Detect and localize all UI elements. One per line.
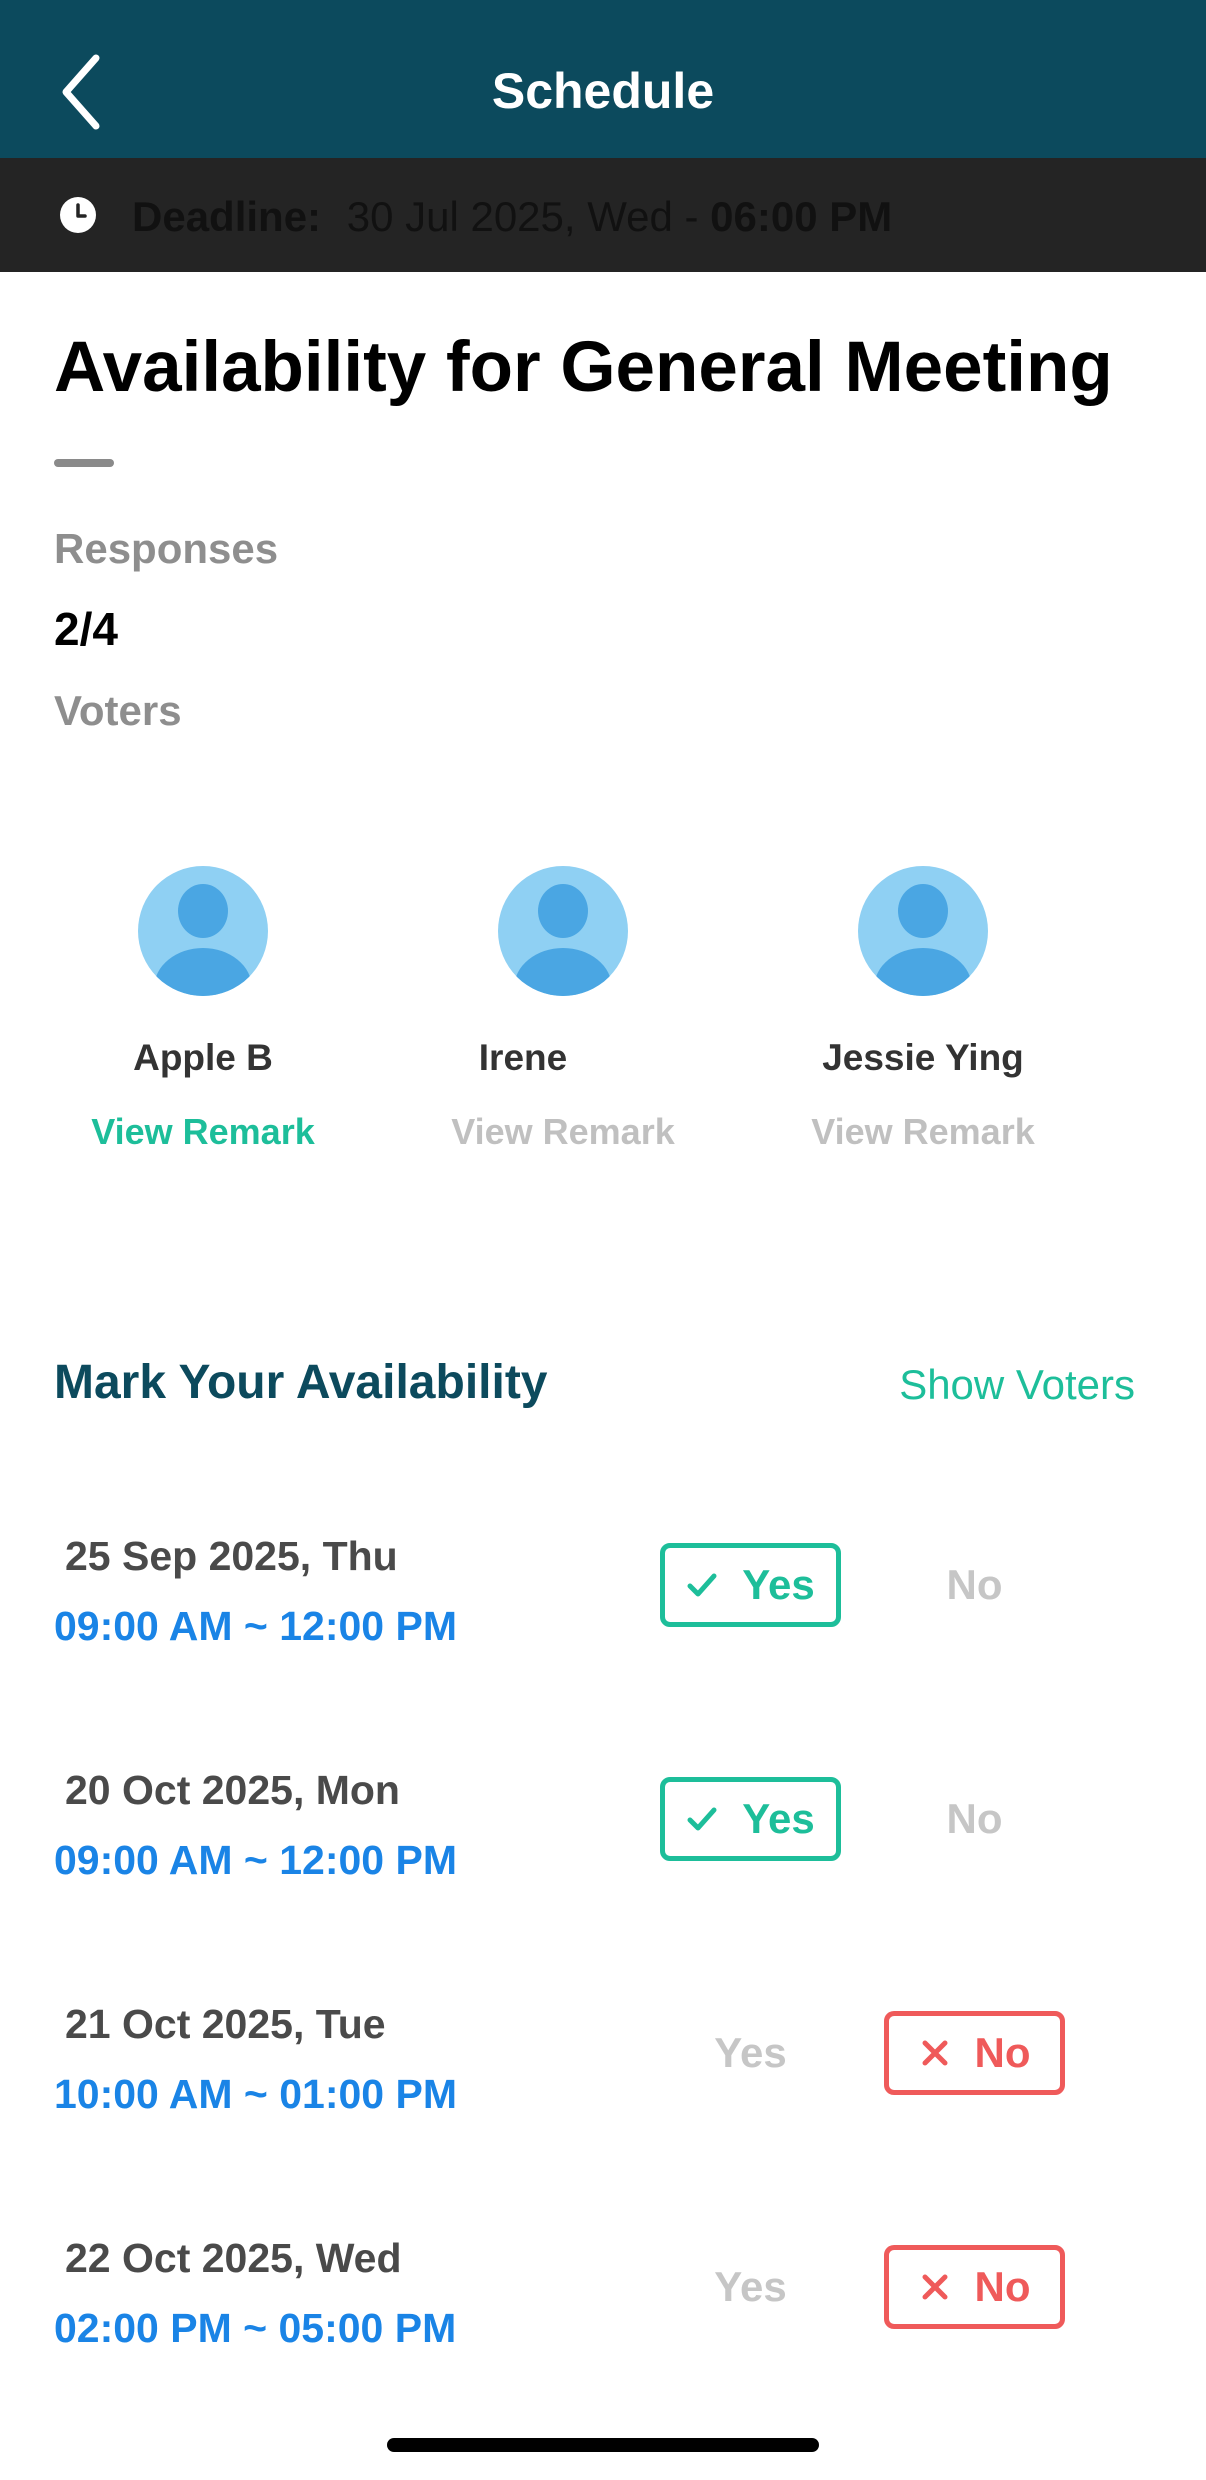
section-title: Mark Your Availability xyxy=(54,1356,548,1409)
x-icon xyxy=(922,2040,947,2066)
slot-time: 02:00 PM ~ 05:00 PM xyxy=(54,2305,457,2351)
yes-label: Yes xyxy=(742,1561,815,1608)
voter-card: Apple B View Remark xyxy=(53,866,353,1154)
yes-button[interactable]: Yes xyxy=(660,2011,841,2095)
title-divider xyxy=(54,459,114,467)
no-label: No xyxy=(974,2029,1031,2076)
responses-count: 2/4 xyxy=(54,603,118,655)
check-icon xyxy=(687,1807,717,1831)
yes-label: Yes xyxy=(714,2029,787,2076)
user-avatar-icon xyxy=(498,866,628,996)
deadline-label: Deadline: xyxy=(132,193,322,240)
deadline-time: 06:00 PM xyxy=(710,193,893,240)
view-remark-button[interactable]: View Remark xyxy=(413,1110,713,1154)
check-icon xyxy=(687,1573,717,1597)
clock-icon xyxy=(60,197,96,233)
slot-date: 22 Oct 2025, Wed xyxy=(65,2235,402,2281)
voter-name: Irene xyxy=(478,1037,568,1078)
voters-label: Voters xyxy=(54,687,182,734)
time-slot-row: 21 Oct 2025, Tue 10:00 AM ~ 01:00 PM Yes… xyxy=(0,2001,1206,2161)
voter-name: Apple B xyxy=(133,1037,273,1078)
no-label: No xyxy=(974,2263,1031,2310)
responses-label: Responses xyxy=(54,525,279,572)
slot-date: 25 Sep 2025, Thu xyxy=(65,1533,398,1579)
yes-label: Yes xyxy=(714,2263,787,2310)
time-slot-row: 22 Oct 2025, Wed 02:00 PM ~ 05:00 PM Yes… xyxy=(0,2235,1206,2395)
deadline-text: Deadline: 30 Jul 2025, Wed - 06:00 PM xyxy=(132,193,892,241)
yes-button[interactable]: Yes xyxy=(660,1777,841,1861)
view-remark-button[interactable]: View Remark xyxy=(53,1110,353,1154)
slot-date: 20 Oct 2025, Mon xyxy=(65,1767,400,1813)
yes-button[interactable]: Yes xyxy=(660,1543,841,1627)
time-slot-row: 25 Sep 2025, Thu 09:00 AM ~ 12:00 PM Yes… xyxy=(0,1533,1206,1693)
no-label: No xyxy=(946,1561,1003,1608)
user-avatar-icon xyxy=(138,866,268,996)
voter-name: Jessie Ying xyxy=(822,1037,1024,1078)
slot-time: 09:00 AM ~ 12:00 PM xyxy=(54,1837,457,1883)
deadline-date: 30 Jul 2025, Wed - xyxy=(346,193,699,240)
no-button[interactable]: No xyxy=(884,2245,1065,2329)
yes-label: Yes xyxy=(742,1795,815,1842)
slot-time: 10:00 AM ~ 01:00 PM xyxy=(54,2071,457,2117)
slot-date: 21 Oct 2025, Tue xyxy=(65,2001,386,2047)
no-button[interactable]: No xyxy=(884,1543,1065,1627)
voter-card: Irene View Remark xyxy=(413,866,713,1154)
no-button[interactable]: No xyxy=(884,2011,1065,2095)
view-remark-button[interactable]: View Remark xyxy=(773,1110,1073,1154)
home-indicator[interactable] xyxy=(387,2438,819,2452)
show-voters-button[interactable]: Show Voters xyxy=(899,1361,1135,1409)
poll-title: Availability for General Meeting xyxy=(54,328,1113,407)
x-icon xyxy=(922,2274,947,2300)
no-label: No xyxy=(946,1795,1003,1842)
time-slot-row: 20 Oct 2025, Mon 09:00 AM ~ 12:00 PM Yes… xyxy=(0,1767,1206,1927)
user-avatar-icon xyxy=(858,866,988,996)
slot-time: 09:00 AM ~ 12:00 PM xyxy=(54,1603,457,1649)
page-title: Schedule xyxy=(491,63,715,119)
yes-button[interactable]: Yes xyxy=(660,2245,841,2329)
voter-card: Jessie Ying View Remark xyxy=(773,866,1073,1154)
no-button[interactable]: No xyxy=(884,1777,1065,1861)
app-header: Schedule xyxy=(0,0,1206,158)
